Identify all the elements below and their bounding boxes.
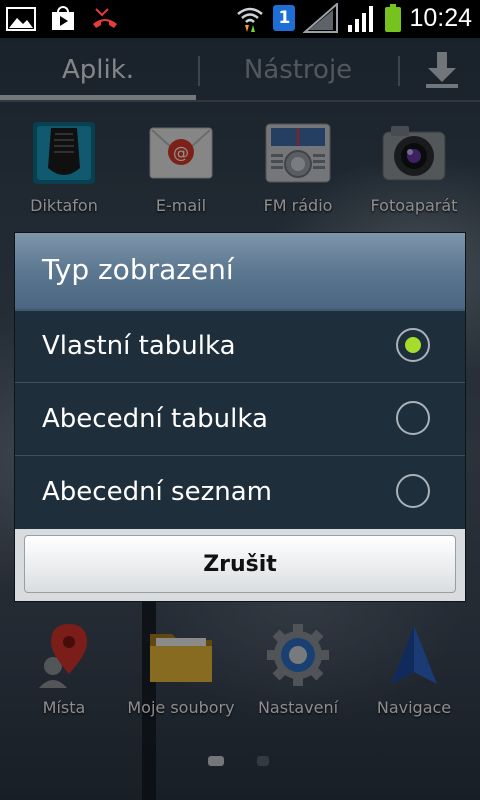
battery-icon (385, 4, 402, 32)
status-time: 10:24 (409, 3, 472, 32)
radio-dot (405, 337, 421, 353)
signal-icon-2 (348, 6, 374, 32)
gallery-icon (6, 7, 36, 31)
option-vlastni-tabulka[interactable]: Vlastní tabulka (15, 311, 465, 383)
status-bar: 1 10:24 (0, 0, 480, 38)
signal-icon (303, 3, 339, 33)
view-type-dialog: Typ zobrazení Vlastní tabulka Abecední t… (15, 233, 465, 601)
option-abecedni-tabulka[interactable]: Abecední tabulka (15, 384, 465, 456)
dialog-title-bar: Typ zobrazení (15, 233, 465, 309)
dialog-footer: Zrušit (15, 529, 465, 601)
radio-unselected[interactable] (396, 474, 430, 508)
option-label: Abecední seznam (42, 477, 272, 507)
radio-selected[interactable] (396, 328, 430, 362)
option-label: Abecední tabulka (42, 404, 268, 434)
dialog-title: Typ zobrazení (42, 253, 234, 286)
play-store-icon (52, 6, 74, 30)
radio-unselected[interactable] (396, 401, 430, 435)
missed-call-icon (93, 8, 117, 28)
option-abecedni-seznam[interactable]: Abecední seznam (15, 457, 465, 529)
option-label: Vlastní tabulka (42, 331, 236, 361)
cancel-button[interactable]: Zrušit (24, 535, 456, 593)
wifi-icon (237, 7, 264, 32)
sim-badge: 1 (273, 5, 296, 31)
